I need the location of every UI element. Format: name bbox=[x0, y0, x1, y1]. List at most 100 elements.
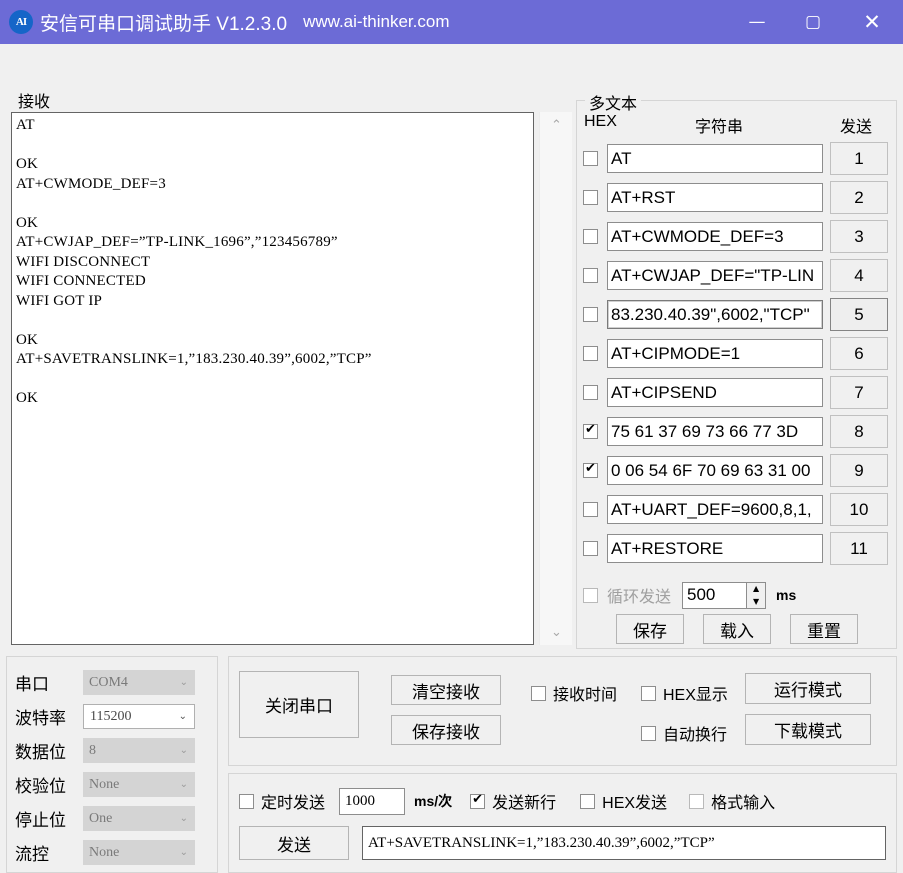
auto-wrap-option[interactable]: 自动换行 bbox=[641, 721, 727, 745]
close-icon[interactable]: ✕ bbox=[841, 0, 903, 44]
multitext-hex-checkbox-7[interactable] bbox=[583, 385, 598, 400]
multitext-send-button-6[interactable]: 6 bbox=[830, 337, 888, 370]
send-input[interactable]: AT+SAVETRANSLINK=1,”183.230.40.39”,6002,… bbox=[362, 826, 886, 860]
multitext-hex-checkbox-10[interactable] bbox=[583, 502, 598, 517]
serial-config-select-0[interactable]: COM4 ⌄ bbox=[83, 670, 195, 695]
window-title: 安信可串口调试助手 V1.2.3.0 bbox=[40, 13, 288, 35]
multitext-send-button-1[interactable]: 1 bbox=[830, 142, 888, 175]
minimize-icon[interactable]: — bbox=[729, 0, 785, 44]
save-receive-button[interactable]: 保存接收 bbox=[391, 715, 501, 745]
stepper-up-icon[interactable]: ▲ bbox=[747, 583, 765, 596]
newline-checkbox[interactable] bbox=[470, 792, 486, 809]
scroll-down-icon[interactable]: ⌄ bbox=[540, 621, 573, 643]
chevron-down-icon[interactable]: ⌄ bbox=[180, 677, 188, 688]
multitext-input-7[interactable]: AT+CIPSEND bbox=[607, 378, 823, 407]
multitext-input-9[interactable]: 0 06 54 6F 70 69 63 31 00 bbox=[607, 456, 823, 485]
multitext-hex-checkbox-3[interactable] bbox=[583, 229, 598, 244]
send-options-row: 定时发送 1000 ms/次 发送新行 HEX发送 格式输入 bbox=[239, 786, 775, 816]
chevron-down-icon[interactable]: ⌄ bbox=[180, 813, 188, 824]
cycle-unit-label: ms bbox=[776, 587, 797, 603]
multitext-send-button-8[interactable]: 8 bbox=[830, 415, 888, 448]
cycle-send-checkbox[interactable] bbox=[583, 587, 598, 603]
multitext-send-button-10[interactable]: 10 bbox=[830, 493, 888, 526]
clear-receive-button[interactable]: 清空接收 bbox=[391, 675, 501, 705]
multitext-row: AT+CWJAP_DEF="TP-LIN 4 bbox=[583, 256, 891, 295]
multitext-send-button-3[interactable]: 3 bbox=[830, 220, 888, 253]
auto-wrap-checkbox[interactable] bbox=[641, 725, 656, 741]
multitext-send-button-2[interactable]: 2 bbox=[830, 181, 888, 214]
hex-send-label: HEX发送 bbox=[602, 795, 668, 812]
close-port-button[interactable]: 关闭串口 bbox=[239, 671, 359, 738]
newline-option[interactable]: 发送新行 bbox=[470, 789, 556, 813]
multitext-row: AT+RESTORE 11 bbox=[583, 529, 891, 568]
chevron-down-icon[interactable]: ⌄ bbox=[180, 745, 188, 756]
serial-config-select-3[interactable]: None ⌄ bbox=[83, 772, 195, 797]
multitext-input-2[interactable]: AT+RST bbox=[607, 183, 823, 212]
multitext-send-button-4[interactable]: 4 bbox=[830, 259, 888, 292]
chevron-down-icon[interactable]: ⌄ bbox=[179, 711, 187, 722]
send-interval-input[interactable]: 1000 bbox=[339, 787, 406, 815]
multitext-send-button-7[interactable]: 7 bbox=[830, 376, 888, 409]
load-button[interactable]: 载入 bbox=[703, 614, 771, 644]
reset-button[interactable]: 重置 bbox=[790, 614, 858, 644]
multitext-row: 83.230.40.39",6002,"TCP" 5 bbox=[583, 295, 891, 334]
hex-display-checkbox[interactable] bbox=[641, 685, 656, 701]
multitext-hex-checkbox-4[interactable] bbox=[583, 268, 598, 283]
multitext-hex-checkbox-8[interactable] bbox=[583, 422, 598, 439]
multitext-input-8[interactable]: 75 61 37 69 73 66 77 3D bbox=[607, 417, 823, 446]
multitext-send-button-9[interactable]: 9 bbox=[830, 454, 888, 487]
scroll-up-icon[interactable]: ⌃ bbox=[540, 114, 573, 136]
chevron-down-icon[interactable]: ⌄ bbox=[180, 779, 188, 790]
serial-config-select-4[interactable]: One ⌄ bbox=[83, 806, 195, 831]
timed-send-option[interactable]: 定时发送 bbox=[239, 789, 325, 813]
maximize-icon[interactable]: ▢ bbox=[785, 0, 841, 44]
serial-config-row: 数据位 8 ⌄ bbox=[15, 735, 211, 766]
format-input-option[interactable]: 格式输入 bbox=[689, 789, 775, 813]
serial-config-select-5[interactable]: None ⌄ bbox=[83, 840, 195, 865]
multitext-send-button-5[interactable]: 5 bbox=[830, 298, 888, 331]
multitext-input-6[interactable]: AT+CIPMODE=1 bbox=[607, 339, 823, 368]
multitext-input-10[interactable]: AT+UART_DEF=9600,8,1, bbox=[607, 495, 823, 524]
receive-textarea[interactable]: AT OK AT+CWMODE_DEF=3 OK AT+CWJAP_DEF=”T… bbox=[11, 112, 534, 645]
download-mode-button[interactable]: 下载模式 bbox=[745, 714, 871, 745]
main-area: 接收 AT OK AT+CWMODE_DEF=3 OK AT+CWJAP_DEF… bbox=[0, 44, 903, 873]
multitext-hex-checkbox-11[interactable] bbox=[583, 541, 598, 556]
format-input-label: 格式输入 bbox=[711, 795, 776, 812]
multitext-hex-checkbox-6[interactable] bbox=[583, 346, 598, 361]
hex-display-option[interactable]: HEX显示 bbox=[641, 681, 728, 705]
multitext-row: AT+CIPSEND 7 bbox=[583, 373, 891, 412]
hex-send-checkbox[interactable] bbox=[580, 793, 596, 809]
save-button[interactable]: 保存 bbox=[616, 614, 684, 644]
serial-config-label-0: 串口 bbox=[15, 675, 49, 694]
multitext-hex-checkbox-5[interactable] bbox=[583, 307, 598, 322]
multitext-input-3[interactable]: AT+CWMODE_DEF=3 bbox=[607, 222, 823, 251]
serial-config-select-1[interactable]: 115200 ⌄ bbox=[83, 704, 195, 729]
format-input-checkbox[interactable] bbox=[689, 793, 705, 809]
serial-config-row: 串口 COM4 ⌄ bbox=[15, 667, 211, 698]
multitext-send-button-11[interactable]: 11 bbox=[830, 532, 888, 565]
serial-config-select-2[interactable]: 8 ⌄ bbox=[83, 738, 195, 763]
chevron-down-icon[interactable]: ⌄ bbox=[180, 847, 188, 858]
stepper-down-icon[interactable]: ▼ bbox=[747, 595, 765, 608]
serial-config-value-3: None bbox=[89, 776, 120, 792]
auto-wrap-label: 自动换行 bbox=[663, 727, 728, 744]
timed-send-checkbox[interactable] bbox=[239, 793, 254, 809]
multitext-hex-checkbox-1[interactable] bbox=[583, 151, 598, 166]
serial-config-row: 波特率 115200 ⌄ bbox=[15, 701, 211, 732]
multitext-hex-checkbox-9[interactable] bbox=[583, 461, 598, 478]
cycle-interval-input[interactable]: 500 bbox=[682, 581, 748, 609]
run-mode-button[interactable]: 运行模式 bbox=[745, 673, 871, 704]
multitext-input-5[interactable]: 83.230.40.39",6002,"TCP" bbox=[607, 300, 823, 329]
multitext-input-11[interactable]: AT+RESTORE bbox=[607, 534, 823, 563]
cycle-interval-stepper[interactable]: ▲ ▼ bbox=[747, 581, 767, 609]
serial-config-label-1: 波特率 bbox=[15, 709, 66, 728]
receive-scrollbar[interactable]: ⌃ ⌄ bbox=[539, 112, 572, 645]
multitext-hex-checkbox-2[interactable] bbox=[583, 190, 598, 205]
send-button[interactable]: 发送 bbox=[239, 826, 349, 860]
recv-time-option[interactable]: 接收时间 bbox=[531, 681, 617, 705]
multitext-input-4[interactable]: AT+CWJAP_DEF="TP-LIN bbox=[607, 261, 823, 290]
hex-send-option[interactable]: HEX发送 bbox=[580, 789, 667, 813]
recv-time-checkbox[interactable] bbox=[531, 685, 546, 701]
multitext-input-1[interactable]: AT bbox=[607, 144, 823, 173]
serial-config-value-2: 8 bbox=[89, 742, 96, 758]
